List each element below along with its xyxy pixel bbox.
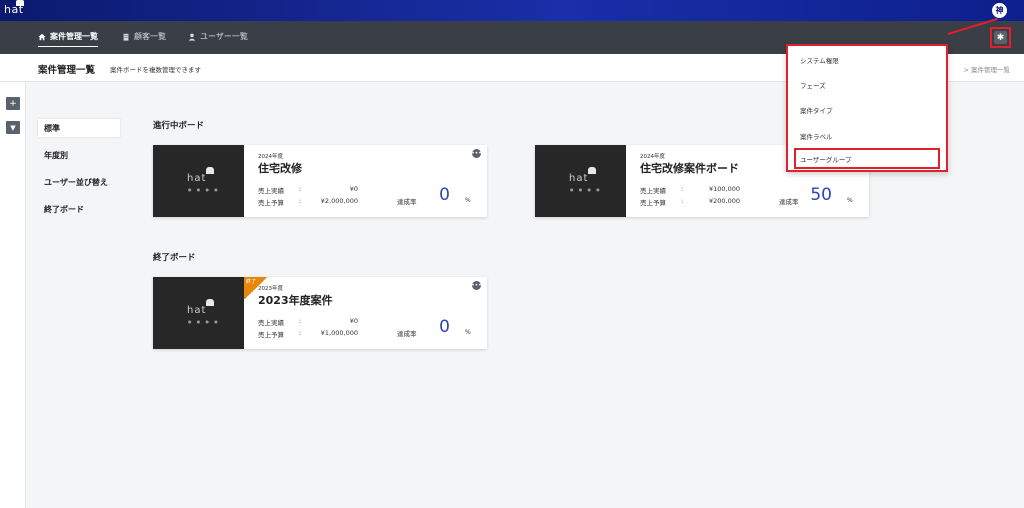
achievement-rate-label: 達成率 [397, 198, 417, 206]
percent-unit: % [465, 329, 471, 336]
hat-icon [206, 299, 214, 306]
menu-item-user-sort[interactable]: ユーザー並び替え [38, 173, 120, 191]
separator: : [681, 197, 684, 205]
gear-icon: ✱ [994, 31, 1007, 44]
menu-item-by-year[interactable]: 年度別 [38, 146, 120, 164]
board-thumbnail: hat ● ● ● ● [153, 277, 244, 349]
separator: : [681, 185, 684, 193]
sales-budget-label: 売上予算 [258, 199, 284, 207]
hat-icon [16, 0, 24, 6]
more-options-button[interactable]: ••• [471, 149, 482, 158]
sales-budget-label: 売上予算 [640, 199, 666, 207]
plus-icon: + [9, 98, 17, 109]
dropdown-item-project-label[interactable]: 案件ラベル [800, 131, 833, 141]
sales-actual-label: 売上実績 [258, 187, 284, 195]
menu-item-standard[interactable]: 標準 [38, 119, 120, 137]
breadcrumb[interactable]: > 案件管理一覧 [963, 64, 1010, 74]
sales-actual-label: 売上実績 [258, 319, 284, 327]
board-card[interactable]: hat ● ● ● ● 終了 2023年度 2023年度案件 売上実績 : ¥0… [153, 277, 487, 349]
achievement-rate-value: 0 [439, 185, 450, 205]
settings-dropdown: システム権限 フェーズ 案件タイプ 案件ラベル ユーザーグループ [786, 44, 948, 172]
board-name: 住宅改修 [258, 162, 302, 175]
sales-actual-value: ¥100,000 [708, 185, 740, 193]
board-year: 2023年度 [258, 286, 283, 292]
board-card[interactable]: hat ● ● ● ● 2024年度 住宅改修 売上実績 : ¥0 売上予算 :… [153, 145, 487, 217]
logo-dots: ● ● ● ● [188, 319, 220, 324]
app-logo[interactable]: hat [4, 0, 24, 16]
hat-icon [206, 167, 214, 174]
hat-logo: hat [569, 167, 596, 184]
hat-logo: hat [187, 299, 214, 316]
nav-item-user-list[interactable]: ユーザー一覧 [188, 31, 248, 42]
sales-budget-value: ¥200,000 [708, 197, 740, 205]
sales-actual-value: ¥0 [349, 317, 358, 325]
board-name: 2023年度案件 [258, 294, 333, 307]
sales-actual-value: ¥0 [349, 185, 358, 193]
sales-budget-value: ¥2,000,000 [320, 197, 358, 205]
building-icon [123, 33, 129, 41]
dropdown-item-project-type[interactable]: 案件タイプ [800, 105, 833, 115]
dropdown-item-system-permissions[interactable]: システム権限 [800, 55, 839, 65]
side-rail: + ▼ [0, 82, 26, 508]
hat-logo: hat [187, 167, 214, 184]
dropdown-item-phase[interactable]: フェーズ [800, 80, 826, 90]
page-title: 案件管理一覧 [38, 65, 96, 76]
ended-boards-heading: 終了ボード [153, 253, 196, 263]
filter-icon: ▼ [10, 123, 16, 132]
sales-actual-label: 売上実績 [640, 187, 666, 195]
achievement-rate-label: 達成率 [397, 330, 417, 338]
settings-button[interactable]: ✱ [990, 27, 1011, 48]
board-thumbnail: hat ● ● ● ● [153, 145, 244, 217]
separator: : [299, 329, 302, 337]
active-boards-heading: 進行中ボード [153, 121, 205, 131]
menu-item-ended-boards[interactable]: 終了ボード [38, 200, 120, 218]
logo-dots: ● ● ● ● [188, 187, 220, 192]
separator: : [299, 197, 302, 205]
view-menu: 標準 年度別 ユーザー並び替え 終了ボード [38, 119, 120, 227]
achievement-rate-label: 達成率 [779, 198, 799, 206]
percent-unit: % [465, 197, 471, 204]
separator: : [299, 317, 302, 325]
achievement-rate-value: 0 [439, 317, 450, 337]
board-name: 住宅改修案件ボード [640, 162, 739, 175]
nav-label: 顧客一覧 [134, 32, 166, 41]
more-options-button[interactable]: ••• [471, 281, 482, 290]
board-year: 2024年度 [640, 154, 665, 160]
logo-dots: ● ● ● ● [570, 187, 602, 192]
nav-item-customer-list[interactable]: 顧客一覧 [122, 31, 166, 42]
add-board-button[interactable]: + [6, 97, 20, 110]
board-thumbnail: hat ● ● ● ● [535, 145, 626, 217]
user-avatar[interactable]: 神 [992, 3, 1007, 18]
user-icon [188, 33, 196, 41]
board-year: 2024年度 [258, 154, 283, 160]
top-bar: hat 神 [0, 0, 1024, 21]
dropdown-item-user-group[interactable]: ユーザーグループ [794, 148, 940, 169]
home-icon [38, 33, 46, 40]
separator: : [299, 185, 302, 193]
sales-budget-value: ¥1,000,000 [320, 329, 358, 337]
page-description: 案件ボードを複数管理できます [110, 66, 201, 74]
nav-label: 案件管理一覧 [50, 32, 98, 41]
hat-icon [588, 167, 596, 174]
achievement-rate-value: 50 [810, 185, 832, 205]
nav-label: ユーザー一覧 [200, 32, 248, 41]
filter-button[interactable]: ▼ [6, 121, 20, 134]
sales-budget-label: 売上予算 [258, 331, 284, 339]
percent-unit: % [847, 197, 853, 204]
nav-item-project-list[interactable]: 案件管理一覧 [38, 31, 98, 47]
